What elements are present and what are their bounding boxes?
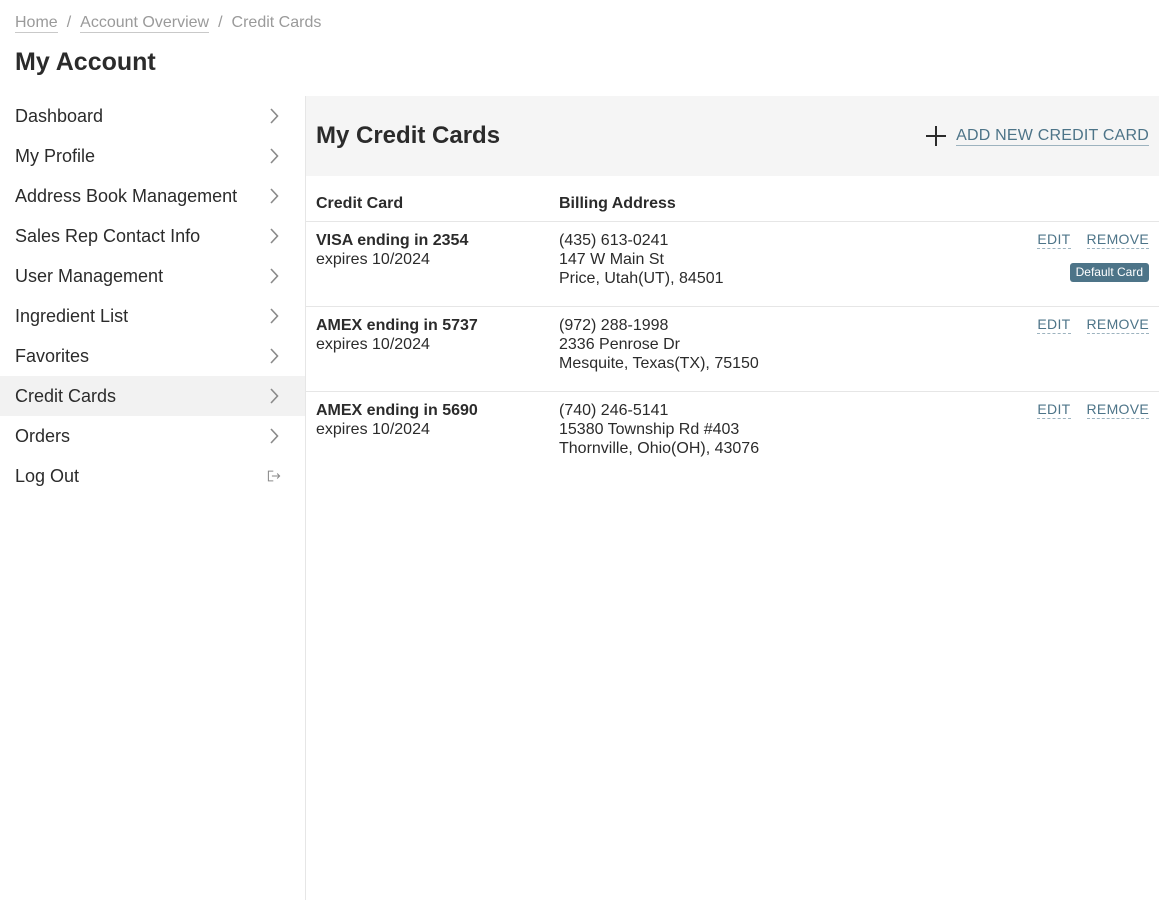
chevron-right-icon bbox=[267, 347, 281, 365]
breadcrumb-home-link[interactable]: Home bbox=[15, 13, 58, 33]
sidebar-item-label: Dashboard bbox=[15, 105, 104, 126]
chevron-right-icon bbox=[267, 427, 281, 445]
chevron-right-icon bbox=[267, 267, 281, 285]
billing-city: Mesquite, Texas(TX), 75150 bbox=[559, 355, 759, 372]
table-row: AMEX ending in 5690 expires 10/2024 (740… bbox=[306, 392, 1159, 477]
breadcrumb-account-overview-link[interactable]: Account Overview bbox=[80, 13, 210, 33]
credit-cards-panel: My Credit Cards ADD NEW CREDIT CARD Cred… bbox=[306, 96, 1159, 477]
sidebar-item-dashboard[interactable]: Dashboard bbox=[0, 96, 305, 136]
sidebar-item-log-out[interactable]: Log Out bbox=[0, 456, 305, 496]
sidebar-item-label: Credit Cards bbox=[15, 385, 117, 406]
add-credit-card-button[interactable]: ADD NEW CREDIT CARD bbox=[925, 125, 1149, 147]
sidebar-item-address-book[interactable]: Address Book Management bbox=[0, 176, 305, 216]
sidebar-item-label: Orders bbox=[15, 425, 71, 446]
sidebar-item-orders[interactable]: Orders bbox=[0, 416, 305, 456]
chevron-right-icon bbox=[267, 227, 281, 245]
card-expiry: expires 10/2024 bbox=[316, 336, 430, 353]
card-expiry: expires 10/2024 bbox=[316, 251, 430, 268]
add-credit-card-label: ADD NEW CREDIT CARD bbox=[956, 127, 1149, 146]
billing-street: 2336 Penrose Dr bbox=[559, 336, 680, 353]
sidebar-item-ingredient-list[interactable]: Ingredient List bbox=[0, 296, 305, 336]
breadcrumb-separator: / bbox=[218, 14, 223, 31]
card-name: AMEX ending in 5737 bbox=[316, 317, 478, 334]
breadcrumb-separator: / bbox=[66, 14, 72, 31]
chevron-right-icon bbox=[267, 187, 281, 205]
table-row: AMEX ending in 5737 expires 10/2024 (972… bbox=[306, 307, 1159, 392]
billing-phone: (740) 246-5141 bbox=[559, 402, 669, 419]
remove-card-button[interactable]: REMOVE bbox=[1086, 401, 1149, 419]
sidebar-item-label: User Management bbox=[15, 265, 164, 286]
logout-icon bbox=[267, 467, 281, 485]
sidebar-item-label: Log Out bbox=[15, 465, 80, 486]
panel-title: My Credit Cards bbox=[316, 122, 501, 149]
plus-icon bbox=[926, 126, 947, 146]
sidebar-item-credit-cards[interactable]: Credit Cards bbox=[0, 376, 305, 416]
edit-card-button[interactable]: EDIT bbox=[1037, 231, 1071, 249]
card-name: VISA ending in 2354 bbox=[316, 232, 469, 249]
remove-card-button[interactable]: REMOVE bbox=[1086, 316, 1149, 334]
billing-street: 147 W Main St bbox=[559, 251, 664, 268]
sidebar-item-user-management[interactable]: User Management bbox=[0, 256, 305, 296]
column-header-credit-card: Credit Card bbox=[316, 195, 404, 212]
sidebar-item-my-profile[interactable]: My Profile bbox=[0, 136, 305, 176]
breadcrumb-current: Credit Cards bbox=[231, 14, 322, 31]
sidebar-item-favorites[interactable]: Favorites bbox=[0, 336, 305, 376]
sidebar-item-label: My Profile bbox=[15, 145, 96, 166]
panel-header: My Credit Cards ADD NEW CREDIT CARD bbox=[306, 96, 1159, 176]
sidebar-item-label: Ingredient List bbox=[15, 305, 129, 326]
billing-street: 15380 Township Rd #403 bbox=[559, 421, 740, 438]
chevron-right-icon bbox=[267, 387, 281, 405]
page-title: My Account bbox=[15, 48, 156, 76]
breadcrumb: Home / Account Overview / Credit Cards bbox=[15, 13, 321, 33]
remove-card-button[interactable]: REMOVE bbox=[1086, 231, 1149, 249]
card-expiry: expires 10/2024 bbox=[316, 421, 430, 438]
column-header-billing-address: Billing Address bbox=[559, 195, 676, 212]
table-header: Credit Card Billing Address bbox=[306, 176, 1159, 222]
chevron-right-icon bbox=[267, 107, 281, 125]
sidebar: Dashboard My Profile Address Book Manage… bbox=[0, 96, 305, 496]
billing-city: Thornville, Ohio(OH), 43076 bbox=[559, 440, 760, 457]
edit-card-button[interactable]: EDIT bbox=[1037, 316, 1071, 334]
billing-city: Price, Utah(UT), 84501 bbox=[559, 270, 724, 287]
billing-phone: (972) 288-1998 bbox=[559, 317, 669, 334]
billing-phone: (435) 613-0241 bbox=[559, 232, 669, 249]
edit-card-button[interactable]: EDIT bbox=[1037, 401, 1071, 419]
sidebar-item-sales-rep[interactable]: Sales Rep Contact Info bbox=[0, 216, 305, 256]
default-card-badge: Default Card bbox=[1069, 263, 1149, 282]
sidebar-item-label: Favorites bbox=[15, 345, 90, 366]
card-name: AMEX ending in 5690 bbox=[316, 402, 478, 419]
table-row: VISA ending in 2354 expires 10/2024 (435… bbox=[306, 222, 1159, 307]
sidebar-item-label: Sales Rep Contact Info bbox=[15, 225, 201, 246]
chevron-right-icon bbox=[267, 147, 281, 165]
chevron-right-icon bbox=[267, 307, 281, 325]
sidebar-item-label: Address Book Management bbox=[15, 185, 238, 206]
